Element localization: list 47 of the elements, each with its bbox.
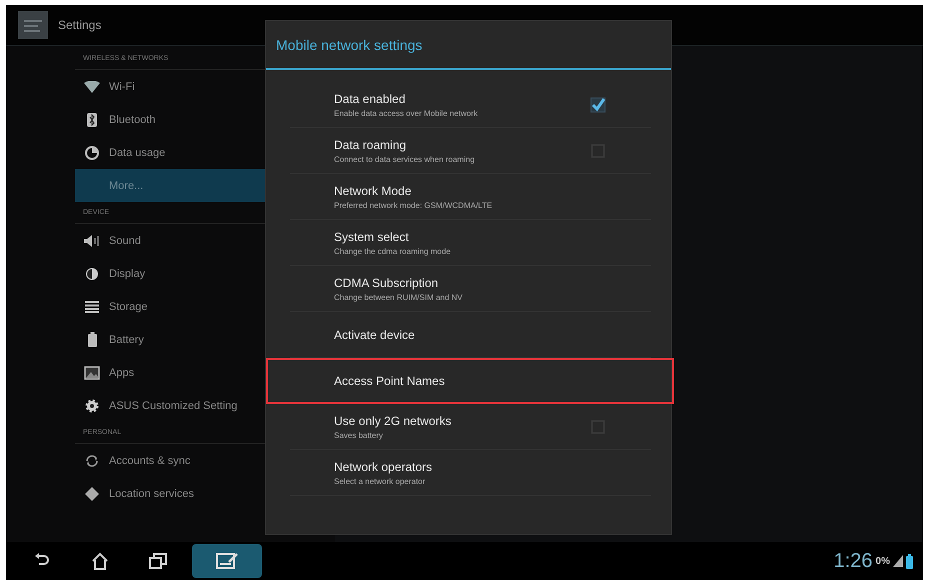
- preference-item[interactable]: Use only 2G networks Saves battery: [290, 404, 651, 450]
- pie-chart-icon: [85, 146, 99, 160]
- gear-icon: [85, 398, 99, 412]
- preference-item[interactable]: Access Point Names: [266, 358, 674, 404]
- home-icon: [91, 552, 109, 570]
- preference-item[interactable]: Network operators Select a network operator: [290, 450, 651, 496]
- preference-title: Activate device: [334, 328, 415, 342]
- preference-item[interactable]: Network Mode Preferred network mode: GSM/WCDMA/LTE: [290, 174, 651, 220]
- nav-button[interactable]: [192, 544, 262, 578]
- image-icon: [84, 366, 100, 380]
- battery-icon: [88, 332, 96, 347]
- half-circle-icon: [85, 266, 99, 280]
- preference-item[interactable]: Data enabled Enable data access over Mobile network: [290, 82, 651, 128]
- clock: 1:26: [834, 550, 873, 572]
- preference-item[interactable]: System select Change the cdma roaming mode: [290, 220, 651, 266]
- preference-title: System select: [334, 230, 410, 244]
- preference-summary: Connect to data services when roaming: [334, 154, 475, 164]
- preference-summary: Change the cdma roaming mode: [334, 246, 451, 256]
- data-indicator: 0%: [876, 556, 890, 566]
- screenshot-icon: [216, 553, 238, 569]
- sync-icon: [84, 454, 100, 468]
- preference-summary: Enable data access over Mobile network: [334, 108, 478, 118]
- preference-title: CDMA Subscription: [334, 276, 440, 290]
- preference-title: Use only 2G networks: [334, 414, 452, 428]
- preference-summary: Preferred network mode: GSM/WCDMA/LTE: [334, 200, 492, 210]
- dialog-title: Mobile network settings: [266, 21, 671, 70]
- preference-title: Data enabled: [334, 92, 406, 106]
- recent-apps-icon: [149, 553, 167, 569]
- battery-icon: [906, 554, 913, 568]
- preference-summary: Saves battery: [334, 430, 384, 440]
- storage-icon: [85, 300, 99, 312]
- preference-title: Data roaming: [334, 138, 408, 152]
- checkbox[interactable]: [590, 96, 606, 112]
- location-icon: [85, 486, 99, 500]
- bluetooth-icon: [87, 112, 97, 126]
- preference-title: Access Point Names: [334, 374, 445, 388]
- preference-summary: Change between RUIM/SIM and NV: [334, 292, 463, 302]
- signal-icon: [893, 555, 903, 567]
- preference-title: Network Mode: [334, 184, 412, 198]
- preference-item[interactable]: CDMA Subscription Change between RUIM/SIM and NV: [290, 266, 651, 312]
- preference-title: Network operators: [334, 460, 432, 474]
- speaker-icon: [84, 234, 100, 248]
- preference-summary: Select a network operator: [334, 476, 426, 486]
- preference-item[interactable]: Data roaming Connect to data services when roaming: [290, 128, 651, 174]
- preference-item[interactable]: Activate device: [290, 312, 651, 358]
- wifi-icon: [84, 80, 100, 92]
- app-title: Settings: [58, 18, 102, 32]
